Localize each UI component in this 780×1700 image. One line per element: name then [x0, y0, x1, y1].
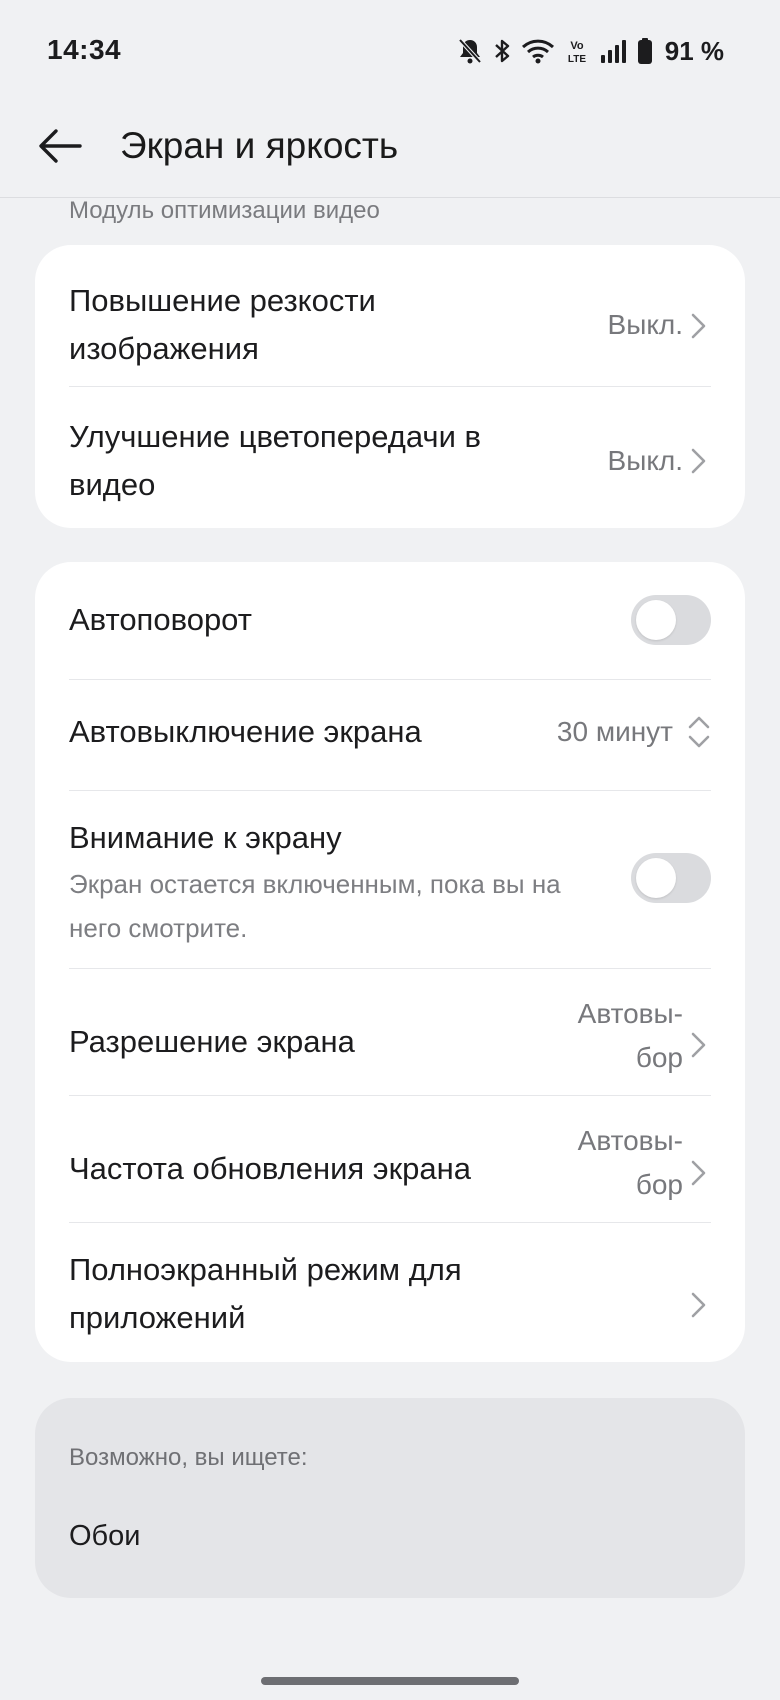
setting-label: Разрешение экрана — [69, 1024, 355, 1059]
chevron-right-icon — [691, 313, 706, 339]
bell-muted-icon — [457, 37, 483, 65]
divider — [69, 968, 711, 969]
divider — [69, 790, 711, 791]
setting-screen-timeout[interactable]: Автовыключение экрана 30 минут — [69, 702, 747, 762]
divider — [69, 386, 711, 387]
suggestions-label: Возможно, вы ищете: — [69, 1444, 308, 1471]
volte-icon: Vo LTE — [565, 37, 589, 65]
screen-attention-toggle[interactable] — [631, 853, 711, 903]
signal-icon — [599, 37, 627, 65]
setting-label: Улучшение цветопередачи в видео — [69, 419, 481, 502]
home-indicator[interactable] — [261, 1677, 519, 1685]
setting-color-enhance[interactable]: Улучшение цветопередачи в видео Выкл. — [69, 411, 747, 511]
wifi-icon — [521, 37, 555, 65]
suggestion-item-wallpaper[interactable]: Обои — [69, 1520, 141, 1553]
setting-value: Выкл. — [607, 309, 683, 340]
setting-label: Полноэкранный режим для приложений — [69, 1252, 462, 1335]
setting-screen-attention[interactable]: Внимание к экрану Экран остается включен… — [69, 814, 609, 950]
chevron-right-icon — [691, 1160, 706, 1186]
setting-value: 30 минут — [556, 716, 673, 747]
setting-fullscreen-apps[interactable]: Полноэкранный режим для приложений — [69, 1244, 747, 1344]
svg-text:LTE: LTE — [568, 54, 586, 65]
divider — [69, 1095, 711, 1096]
status-icons: Vo LTE 91 % — [457, 34, 724, 68]
arrow-left-icon — [36, 126, 84, 171]
svg-text:Vo: Vo — [570, 40, 584, 52]
chevron-right-icon — [691, 1032, 706, 1058]
divider — [69, 679, 711, 680]
bluetooth-icon — [493, 37, 511, 65]
toggle-knob — [636, 600, 676, 640]
setting-resolution[interactable]: Разрешение экрана Автовы-бор — [69, 992, 747, 1092]
setting-value: Автовы-бор — [577, 1125, 683, 1200]
divider — [69, 1222, 711, 1223]
status-bar: 14:34 Vo LTE 91 % — [0, 0, 780, 100]
setting-label: Повышение резкости изображения — [69, 283, 376, 366]
chevron-up-down-icon — [688, 716, 710, 748]
setting-description: Экран остается включенным, пока вы на не… — [69, 869, 561, 943]
back-button[interactable] — [30, 118, 90, 178]
page-title: Экран и яркость — [120, 125, 399, 166]
app-header: Экран и яркость — [0, 100, 780, 198]
setting-label: Внимание к экрану — [69, 820, 342, 855]
toggle-knob — [636, 858, 676, 898]
auto-rotate-toggle[interactable] — [631, 595, 711, 645]
setting-label: Автоповорот — [69, 602, 252, 637]
status-time: 14:34 — [47, 34, 122, 65]
setting-value: Автовы-бор — [577, 998, 683, 1073]
section-label-video: Модуль оптимизации видео — [69, 197, 380, 224]
screen-settings-card: Автоповорот Автовыключение экрана 30 мин… — [35, 562, 745, 1362]
setting-value: Выкл. — [607, 445, 683, 476]
setting-label: Частота обновления экрана — [69, 1151, 472, 1186]
setting-label: Автовыключение экрана — [69, 714, 422, 749]
chevron-right-icon — [691, 1292, 706, 1318]
setting-refresh-rate[interactable]: Частота обновления экрана Автовы-бор — [69, 1119, 747, 1219]
setting-sharpness[interactable]: Повышение резкости изображения Выкл. — [69, 275, 747, 375]
battery-percent: 91 % — [664, 35, 724, 66]
video-settings-card: Повышение резкости изображения Выкл. Улу… — [35, 245, 745, 528]
chevron-right-icon — [691, 448, 706, 474]
battery-icon — [637, 37, 653, 65]
suggestions-card: Возможно, вы ищете: Обои — [35, 1398, 745, 1598]
